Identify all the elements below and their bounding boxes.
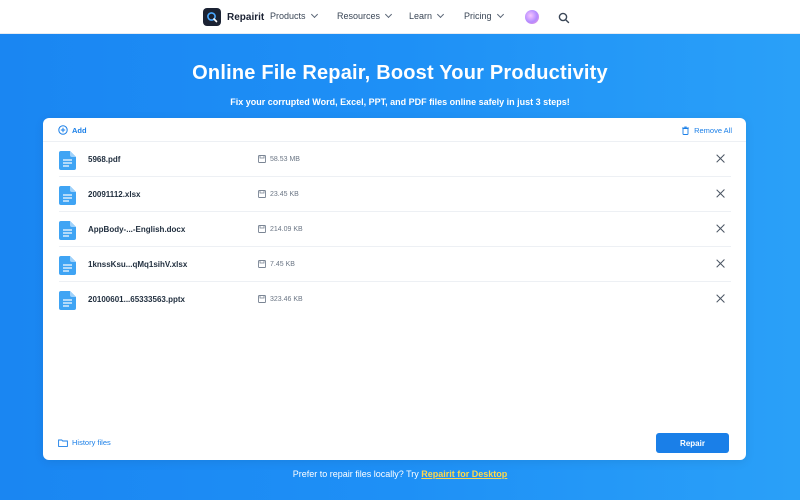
file-size-value: 23.45 KB: [270, 190, 299, 198]
remove-file-icon[interactable]: [715, 153, 727, 165]
nav-item-pricing[interactable]: Pricing: [464, 10, 504, 21]
folder-icon: [58, 439, 68, 447]
nav-item-products[interactable]: Products: [270, 10, 318, 21]
repairit-desktop-link[interactable]: Repairit for Desktop: [421, 469, 507, 479]
add-label: Add: [72, 125, 87, 135]
nav-item-label: Pricing: [464, 11, 492, 21]
avatar[interactable]: [525, 10, 539, 24]
card-header: Add Remove All: [43, 118, 746, 142]
document-icon: [59, 291, 76, 310]
file-size: 58.53 MB: [258, 155, 300, 163]
file-size-value: 214.09 KB: [270, 225, 303, 233]
chevron-down-icon: [436, 10, 445, 19]
file-name: AppBody-...-English.docx: [88, 225, 186, 234]
remove-file-icon[interactable]: [715, 293, 727, 305]
list-item: 20100601...65333563.pptx 323.46 KB: [59, 282, 731, 317]
list-item: 20091112.xlsx 23.45 KB: [59, 177, 731, 212]
file-name: 1knssKsu...qMq1sihV.xlsx: [88, 260, 188, 269]
file-upload-card: Add Remove All 5968.pdf 58.53 MB 2009111…: [43, 118, 746, 460]
desktop-promo: Prefer to repair files locally? Try Repa…: [0, 469, 800, 479]
desktop-promo-text: Prefer to repair files locally? Try: [292, 469, 422, 479]
document-icon: [59, 221, 76, 240]
list-item: 1knssKsu...qMq1sihV.xlsx 7.45 KB: [59, 247, 731, 282]
save-icon: [258, 190, 266, 198]
chevron-down-icon: [384, 10, 393, 19]
remove-file-icon[interactable]: [715, 188, 727, 200]
brand[interactable]: Repairit: [203, 8, 264, 26]
file-size: 214.09 KB: [258, 225, 303, 233]
brand-name: Repairit: [227, 11, 265, 23]
file-name: 5968.pdf: [88, 155, 121, 164]
top-nav: Repairit Products Resources Learn Pricin…: [0, 0, 800, 34]
nav-item-label: Learn: [409, 11, 433, 21]
remove-all-label: Remove All: [694, 126, 732, 135]
document-icon: [59, 186, 76, 205]
history-files-link[interactable]: History files: [58, 438, 111, 447]
file-name: 20100601...65333563.pptx: [88, 295, 185, 304]
repairit-logo-icon: [203, 8, 221, 26]
file-size-value: 7.45 KB: [270, 260, 295, 268]
file-size: 23.45 KB: [258, 190, 299, 198]
file-size: 7.45 KB: [258, 260, 295, 268]
save-icon: [258, 295, 266, 303]
save-icon: [258, 225, 266, 233]
save-icon: [258, 155, 266, 163]
list-item: 5968.pdf 58.53 MB: [59, 142, 731, 177]
search-icon[interactable]: [558, 11, 570, 29]
page-title: Online File Repair, Boost Your Productiv…: [192, 62, 608, 84]
history-files-label: History files: [72, 438, 111, 447]
chevron-down-icon: [496, 10, 504, 19]
nav-item-resources[interactable]: Resources: [337, 10, 393, 21]
file-name: 20091112.xlsx: [88, 190, 141, 199]
file-size-value: 58.53 MB: [270, 155, 300, 163]
document-icon: [59, 256, 76, 275]
add-button[interactable]: Add: [58, 125, 87, 135]
nav-item-label: Resources: [337, 11, 381, 21]
remove-file-icon[interactable]: [715, 223, 727, 235]
remove-file-icon[interactable]: [715, 258, 727, 270]
file-list: 5968.pdf 58.53 MB 20091112.xlsx 23.45 KB…: [59, 142, 731, 317]
chevron-down-icon: [310, 10, 318, 19]
nav-item-learn[interactable]: Learn: [409, 10, 445, 21]
nav-item-label: Products: [270, 11, 306, 21]
document-icon: [59, 151, 76, 170]
page-subtitle: Fix your corrupted Word, Excel, PPT, and…: [230, 97, 570, 107]
repair-button[interactable]: Repair: [656, 433, 729, 453]
trash-icon: [682, 126, 690, 135]
file-size-value: 323.46 KB: [270, 295, 303, 303]
file-size: 323.46 KB: [258, 295, 303, 303]
remove-all-button[interactable]: Remove All: [681, 126, 732, 135]
save-icon: [258, 260, 266, 268]
add-circle-icon: [58, 125, 68, 135]
list-item: AppBody-...-English.docx 214.09 KB: [59, 212, 731, 247]
